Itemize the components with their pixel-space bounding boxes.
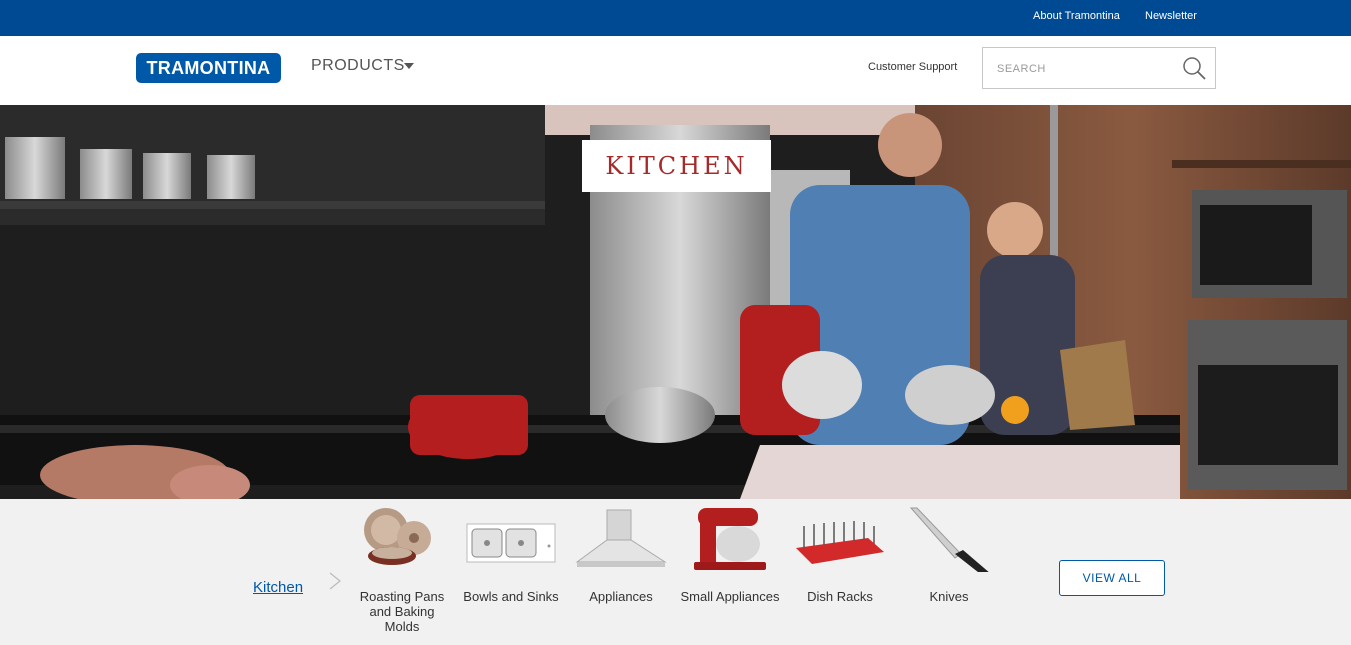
main-header: TRAMONTINA PRODUCTS Customer Support (0, 36, 1351, 105)
category-label: Roasting Pans and Baking Molds (359, 589, 445, 634)
category-roasting-pans[interactable]: Roasting Pans and Baking Molds (352, 504, 452, 634)
chevron-right-icon (329, 572, 341, 590)
search-box (982, 47, 1216, 89)
sink-icon (466, 523, 556, 563)
tramontina-logo[interactable]: TRAMONTINA (136, 53, 281, 83)
hero-title: KITCHEN (582, 140, 771, 192)
dish-rack-icon (796, 521, 884, 564)
newsletter-link[interactable]: Newsletter (1145, 10, 1197, 22)
category-small-appliances[interactable]: Small Appliances (680, 504, 780, 604)
knife-icon (909, 507, 991, 576)
category-knives[interactable]: Knives (899, 504, 999, 604)
category-strip: Kitchen Roasting Pans and Baking Molds B… (0, 499, 1351, 645)
category-label: Bowls and Sinks (463, 589, 559, 604)
search-icon[interactable] (1181, 55, 1207, 81)
category-dish-racks[interactable]: Dish Racks (790, 504, 890, 604)
category-label: Knives (929, 589, 969, 604)
category-label: Small Appliances (680, 589, 780, 604)
kitchen-category-link[interactable]: Kitchen (253, 579, 303, 596)
products-menu[interactable]: PRODUCTS (311, 57, 405, 75)
category-label: Dish Racks (807, 589, 873, 604)
caret-down-icon[interactable] (404, 63, 414, 69)
hero-banner: KITCHEN (0, 105, 1351, 499)
view-all-button[interactable]: VIEW ALL (1059, 560, 1165, 596)
baking-molds-icon (364, 508, 431, 565)
top-bar: About Tramontina Newsletter (0, 0, 1351, 36)
about-link[interactable]: About Tramontina (1033, 10, 1120, 22)
category-bowls-sinks[interactable]: Bowls and Sinks (461, 504, 561, 604)
range-hood-icon (575, 509, 667, 567)
category-appliances[interactable]: Appliances (571, 504, 671, 604)
stand-mixer-icon (694, 508, 766, 570)
customer-support-link[interactable]: Customer Support (868, 61, 957, 73)
category-label: Appliances (589, 589, 653, 604)
search-input[interactable] (995, 59, 1169, 79)
